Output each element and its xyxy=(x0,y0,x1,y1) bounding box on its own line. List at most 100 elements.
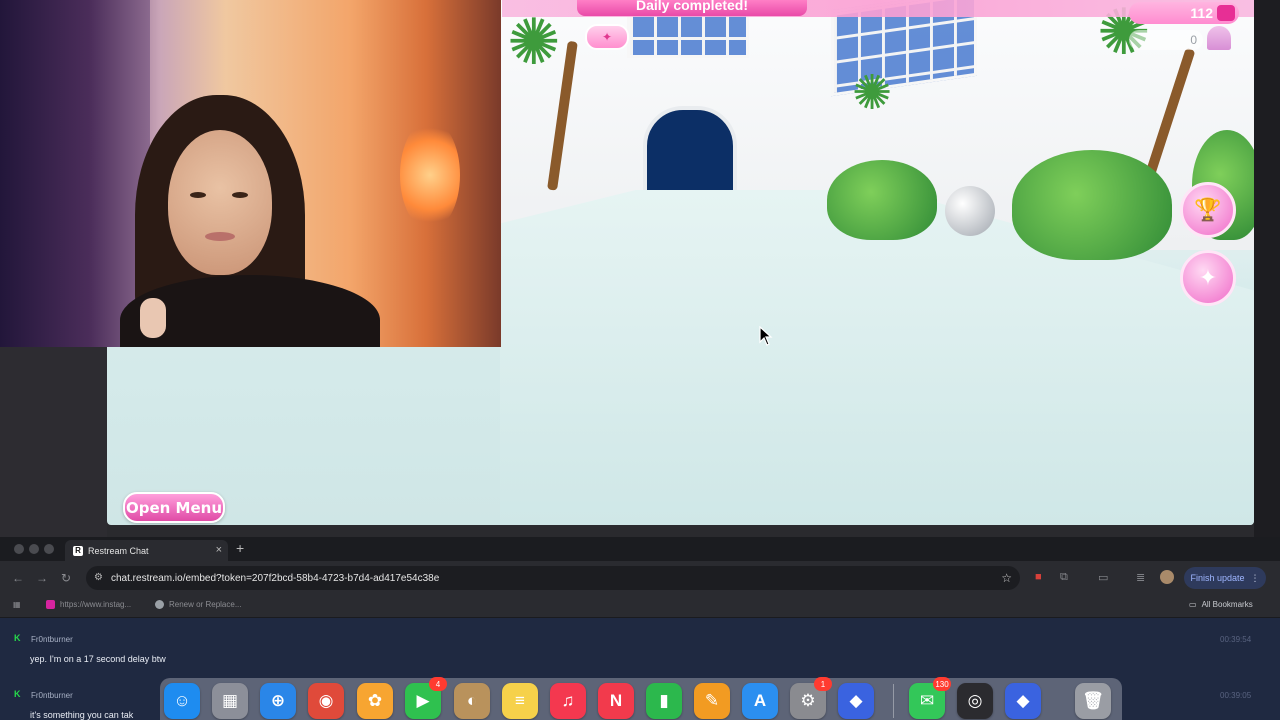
chat-username: Fr0ntburner xyxy=(31,635,73,644)
chrome-glyph: ◉ xyxy=(318,691,334,710)
shell-icon[interactable] xyxy=(1207,26,1231,50)
safari-icon[interactable]: ⊕ xyxy=(260,683,296,719)
bookmark-renew[interactable]: Renew or Replace... xyxy=(155,600,241,609)
notification-badge: 4 xyxy=(429,677,447,691)
messages-icon[interactable]: ✉ 130 xyxy=(909,677,951,719)
palm-tree-mid-icon: ✺ xyxy=(852,67,893,120)
game-window-pane-left xyxy=(627,10,749,58)
system-settings-glyph: ⚙ xyxy=(800,691,816,710)
webcam-person-hand xyxy=(140,298,166,338)
back-icon[interactable]: ← xyxy=(12,571,24,585)
extensions-puzzle-icon[interactable]: ⧉ xyxy=(1060,571,1072,583)
bookmark-instagram[interactable]: https://www.instag... xyxy=(46,600,131,609)
obs-glyph: ◎ xyxy=(967,691,983,710)
news-glyph: N xyxy=(609,691,623,710)
globe-icon xyxy=(155,600,164,609)
address-bar[interactable]: ⚙ chat.restream.io/embed?token=207f2bcd-… xyxy=(86,566,1020,590)
notes-glyph: ≡ xyxy=(515,691,525,710)
kick-icon: K xyxy=(14,689,21,699)
bookmark-star-icon[interactable]: ☆ xyxy=(1001,571,1012,585)
secondary-counter: 0 xyxy=(1129,30,1203,50)
finish-update-label: Finish update xyxy=(1190,573,1245,583)
chat-text: yep. I'm on a 17 second delay btw xyxy=(30,654,166,664)
contacts-glyph: ◐ xyxy=(466,691,478,710)
finder-icon[interactable]: ☺ xyxy=(164,683,200,719)
chrome-icon[interactable]: ◉ xyxy=(308,683,344,719)
chat-username: Fr0ntburner xyxy=(31,691,73,700)
notification-badge: 130 xyxy=(933,677,951,691)
photos-icon[interactable]: ✿ xyxy=(357,683,393,719)
forward-icon[interactable]: → xyxy=(36,571,48,585)
trophy-icon: 🏆 xyxy=(1194,197,1222,222)
more-menu-icon[interactable]: ⋮ xyxy=(1251,573,1260,584)
webcam-person-eye-left xyxy=(190,192,206,198)
window-close-button[interactable] xyxy=(14,544,24,554)
confetti-cannon xyxy=(945,186,995,236)
instagram-icon xyxy=(46,600,55,609)
sparkle-icon[interactable]: ✦ xyxy=(585,24,629,50)
pose-button[interactable]: ✦ xyxy=(1180,250,1236,306)
contacts-icon[interactable]: ◐ xyxy=(454,683,490,719)
reload-icon[interactable]: ↻ xyxy=(61,571,71,585)
profile-avatar-icon[interactable] xyxy=(1160,570,1174,584)
side-panel-icon[interactable]: ▭ xyxy=(1098,571,1110,584)
site-settings-icon[interactable]: ⚙ xyxy=(94,572,103,583)
bookmark-label: Renew or Replace... xyxy=(169,600,242,609)
tab-close-icon[interactable]: × xyxy=(216,544,222,556)
restream-favicon-icon: R xyxy=(73,545,83,556)
safari-glyph: ⊕ xyxy=(270,691,286,710)
trophy-button[interactable]: 🏆 xyxy=(1180,182,1236,238)
trash-icon[interactable]: 🗑 xyxy=(1075,683,1111,719)
music-glyph: ♫ xyxy=(561,691,575,710)
roblox-studio-glyph: ◆ xyxy=(1016,691,1030,710)
webcam-overlay xyxy=(0,0,501,347)
apps-grid-icon[interactable]: ▦ xyxy=(13,600,21,609)
roblox-glyph: ◆ xyxy=(849,691,863,710)
new-tab-button[interactable]: + xyxy=(236,540,244,556)
numbers-icon[interactable]: ▮ xyxy=(646,683,682,719)
pages-glyph: ✎ xyxy=(704,691,720,710)
address-url: chat.restream.io/embed?token=207f2bcd-58… xyxy=(111,572,440,584)
app-store-icon[interactable]: A xyxy=(742,683,778,719)
webcam-person-face xyxy=(168,130,272,275)
media-controls-icon[interactable]: ≣ xyxy=(1136,571,1148,584)
numbers-glyph: ▮ xyxy=(659,691,669,710)
facetime-icon[interactable]: ▶ 4 xyxy=(405,677,447,719)
notes-icon[interactable]: ≡ xyxy=(502,683,538,719)
currency-value: 112 xyxy=(1190,5,1213,21)
all-bookmarks[interactable]: ▭ All Bookmarks xyxy=(1189,600,1253,609)
chat-text: it's something you can tak xyxy=(30,710,134,720)
obs-icon[interactable]: ◎ xyxy=(957,683,993,719)
launchpad-icon[interactable]: ▦ xyxy=(212,683,248,719)
window-minimize-button[interactable] xyxy=(29,544,39,554)
open-menu-button[interactable]: Open Menu xyxy=(123,492,225,523)
webcam-curtain xyxy=(0,0,150,347)
currency-counter[interactable]: 112 xyxy=(1129,2,1239,24)
news-icon[interactable]: N xyxy=(598,683,634,719)
messages-glyph: ✉ xyxy=(919,691,935,710)
palm-tree-left-icon: ✺ xyxy=(507,6,561,78)
tab-title: Restream Chat xyxy=(88,545,149,556)
pages-icon[interactable]: ✎ xyxy=(694,683,730,719)
music-icon[interactable]: ♫ xyxy=(550,683,586,719)
window-zoom-button[interactable] xyxy=(44,544,54,554)
desktop-right-strip xyxy=(1254,0,1280,540)
plant-bush-left xyxy=(827,160,937,240)
pose-icon: ✦ xyxy=(1198,265,1218,290)
extension-record-icon[interactable]: ■ xyxy=(1035,571,1047,583)
all-bookmarks-label: All Bookmarks xyxy=(1201,600,1253,609)
webcam-person-lips xyxy=(205,232,235,241)
chat-timestamp: 00:39:54 xyxy=(1220,635,1252,644)
tab-restream-chat[interactable]: R Restream Chat × xyxy=(65,540,228,561)
notification-badge: 1 xyxy=(814,677,832,691)
roblox-studio-icon[interactable]: ◆ xyxy=(1005,683,1041,719)
desktop-background xyxy=(0,347,107,537)
photos-glyph: ✿ xyxy=(367,691,383,710)
currency-icon xyxy=(1217,5,1235,21)
system-settings-icon[interactable]: ⚙ 1 xyxy=(790,677,832,719)
facetime-glyph: ▶ xyxy=(416,691,430,710)
finish-update-button[interactable]: Finish update ⋮ xyxy=(1184,567,1266,589)
roblox-icon[interactable]: ◆ xyxy=(838,683,874,719)
finder-glyph: ☺ xyxy=(173,691,191,710)
bookmarks-bar: ▦ https://www.instag... Renew or Replace… xyxy=(0,595,1280,618)
